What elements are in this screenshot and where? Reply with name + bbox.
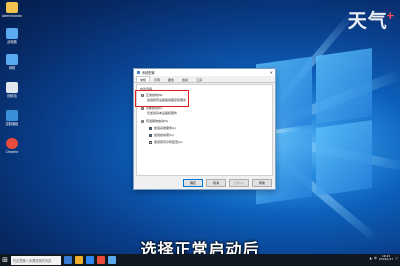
network-icon <box>6 54 18 65</box>
tab-startup[interactable]: 启动 <box>178 76 192 82</box>
diagnostic-startup-description: 仅加载基本设备和服务 <box>147 111 178 115</box>
ok-button[interactable]: 确定 <box>183 179 203 187</box>
edge-icon[interactable] <box>86 256 94 264</box>
cancel-button[interactable]: 取消 <box>206 179 226 187</box>
computer-icon <box>6 28 18 39</box>
load-startup-items-checkbox[interactable]: 加载启动项(O) <box>149 133 174 137</box>
highlight-annotation-box <box>135 90 189 107</box>
file-explorer-icon[interactable] <box>75 256 83 264</box>
task-view-icon[interactable] <box>64 256 72 264</box>
selective-startup-radio[interactable]: 有选择的启动(S) <box>141 119 168 123</box>
tab-tools[interactable]: 工具 <box>192 76 206 82</box>
desktop: 天气+ Administrator 此电脑 网络 回收站 控制面板 Chrome <box>0 0 400 266</box>
apply-button[interactable]: 应用(A) <box>229 179 249 187</box>
dialog-tabs: 常规 引导 服务 启动 工具 <box>134 76 275 83</box>
taskbar: ⊞ 在这里输入你要搜索的内容 ▲ 中 16:23 2019/1/17 ▢ <box>0 254 400 266</box>
desktop-icon-recycle-bin[interactable]: 回收站 <box>2 82 22 98</box>
network-tray-icon[interactable]: ▲ <box>369 256 371 260</box>
clock[interactable]: 16:23 2019/1/17 <box>379 254 393 262</box>
dialog-titlebar[interactable]: 系统配置 ✕ <box>134 69 275 76</box>
windows-start-icon[interactable]: ⊞ <box>0 255 10 265</box>
notification-icon[interactable]: ▢ <box>395 256 398 260</box>
weather-watermark-logo: 天气+ <box>347 9 396 32</box>
desktop-icon-this-pc[interactable]: 此电脑 <box>2 28 22 44</box>
tab-services[interactable]: 服务 <box>164 76 178 82</box>
recycle-bin-icon <box>6 82 18 93</box>
radio-unselected <box>141 119 144 123</box>
taskbar-search-input[interactable]: 在这里输入你要搜索的内容 <box>11 255 61 265</box>
checkbox-checked <box>149 133 152 137</box>
close-icon[interactable]: ✕ <box>270 70 273 75</box>
input-language-indicator[interactable]: 中 <box>374 256 377 260</box>
control-panel-icon <box>6 110 18 121</box>
folder-icon <box>6 2 18 13</box>
msconfig-taskbar-icon[interactable] <box>108 256 116 264</box>
msconfig-icon <box>137 71 140 74</box>
system-tray: ▲ 中 16:23 2019/1/17 ▢ <box>369 254 398 262</box>
load-system-services-checkbox[interactable]: 加载系统服务(L) <box>149 126 176 130</box>
checkbox-checked <box>149 126 152 130</box>
dialog-title: 系统配置 <box>142 71 155 75</box>
chrome-icon <box>6 138 18 149</box>
dialog-button-row: 确定 取消 应用(A) 帮助 <box>183 179 272 187</box>
use-original-boot-config-checkbox[interactable]: 使用原有引导配置(U) <box>149 140 183 144</box>
desktop-icon-control-panel[interactable]: 控制面板 <box>2 110 22 126</box>
help-button[interactable]: 帮助 <box>252 179 272 187</box>
checkbox-unchecked <box>149 140 152 144</box>
system-configuration-dialog: 系统配置 ✕ 常规 引导 服务 启动 工具 启动选择 正常启动(N) 加载所有设… <box>133 68 276 190</box>
desktop-icon-user-folder[interactable]: Administrator <box>2 2 22 18</box>
desktop-icon-chrome[interactable]: Chrome <box>2 138 22 154</box>
app-icon[interactable] <box>97 256 105 264</box>
desktop-icon-network[interactable]: 网络 <box>2 54 22 70</box>
tab-general[interactable]: 常规 <box>136 76 151 82</box>
tab-boot[interactable]: 引导 <box>150 76 164 82</box>
